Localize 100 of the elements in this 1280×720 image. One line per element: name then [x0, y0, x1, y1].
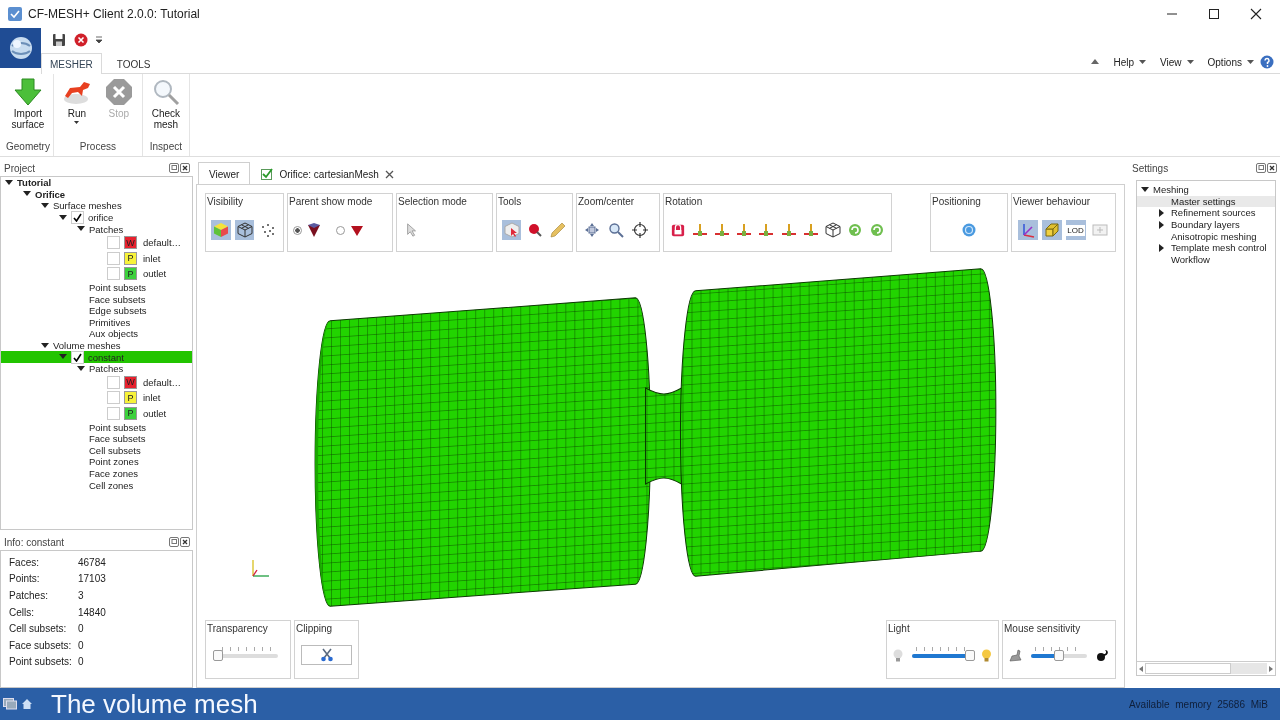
checkbox[interactable]: [107, 236, 120, 250]
expanded-arrow-icon[interactable]: [41, 342, 49, 349]
tree-item[interactable]: Refinement sources: [1137, 207, 1275, 219]
toggle-button[interactable]: [502, 220, 521, 240]
tree-item[interactable]: Orifice: [1, 188, 192, 201]
toggle-button[interactable]: [211, 220, 231, 240]
tree-item[interactable]: P inlet: [1, 250, 192, 267]
close-icon[interactable]: [180, 537, 190, 547]
save-icon[interactable]: [52, 32, 66, 47]
ribbon-button[interactable]: Run: [56, 78, 97, 141]
ribbon-tab[interactable]: MESHER: [41, 53, 102, 74]
tree-item[interactable]: Template mesh control: [1137, 241, 1275, 254]
tree-item[interactable]: Boundary layers: [1137, 218, 1275, 231]
checkbox[interactable]: [107, 267, 120, 281]
checkbox[interactable]: [107, 375, 120, 389]
tree-item[interactable]: Point subsets: [1, 421, 192, 433]
rotate-icon: [868, 222, 885, 238]
tree-item[interactable]: Surface meshes: [1, 200, 192, 212]
tree-item[interactable]: Anisotropic meshing: [1137, 230, 1275, 242]
close-icon[interactable]: [1250, 8, 1262, 20]
tree-item[interactable]: Cell zones: [1, 479, 192, 491]
checkbox[interactable]: [107, 407, 120, 420]
tree-item[interactable]: Point zones: [1, 456, 192, 468]
info-label: Patches:: [9, 590, 49, 601]
tree-item[interactable]: Patches: [1, 362, 192, 375]
collapsed-arrow-icon[interactable]: [1159, 243, 1165, 252]
checkbox[interactable]: [71, 350, 84, 364]
expanded-arrow-icon[interactable]: [41, 203, 49, 209]
float-icon[interactable]: [169, 537, 179, 547]
tree-item[interactable]: W default…: [1, 234, 192, 251]
ribbon-tab[interactable]: TOOLS: [107, 53, 160, 74]
tree-item[interactable]: Aux objects: [1, 328, 192, 340]
tree-item[interactable]: Master settings: [1137, 195, 1275, 208]
tree-item[interactable]: Cell subsets: [1, 444, 192, 457]
wireframe-cube-icon: [824, 222, 841, 238]
expanded-arrow-icon[interactable]: [77, 226, 85, 233]
document-tab[interactable]: Orifice: cartesianMesh: [250, 162, 405, 185]
tree-item[interactable]: orifice: [1, 211, 192, 224]
ribbon-button[interactable]: Import surface: [7, 78, 48, 141]
slider-thumb[interactable]: [964, 650, 975, 661]
clipping-button[interactable]: [301, 645, 352, 665]
radio-button[interactable]: [293, 225, 302, 235]
info-value: 0: [78, 639, 84, 651]
tree-item[interactable]: Patches: [1, 223, 192, 235]
tree-item[interactable]: constant: [1, 351, 192, 363]
tree-item[interactable]: Meshing: [1137, 184, 1275, 196]
tool-button[interactable]: [630, 220, 650, 240]
info-value: 0: [78, 656, 84, 668]
tree-item[interactable]: Workflow: [1137, 253, 1275, 266]
expanded-arrow-icon[interactable]: [23, 191, 31, 198]
toggle-button[interactable]: [234, 220, 255, 240]
collapsed-arrow-icon[interactable]: [1159, 209, 1165, 217]
toggle-button[interactable]: [1017, 220, 1038, 240]
tree-item[interactable]: Face subsets: [1, 432, 192, 445]
tree-item[interactable]: Tutorial: [1, 177, 192, 189]
tree-item[interactable]: Volume meshes: [1, 339, 192, 352]
tree-item[interactable]: Face zones: [1, 467, 192, 480]
group-title: Rotation: [664, 195, 704, 209]
tool-button[interactable]: [606, 220, 626, 240]
application-menu-button[interactable]: [0, 28, 41, 68]
help-icon[interactable]: [1260, 55, 1274, 70]
horizontal-scrollbar[interactable]: [1137, 661, 1275, 675]
slider-thumb[interactable]: [1054, 650, 1064, 661]
close-icon[interactable]: [1267, 163, 1277, 173]
tree-item[interactable]: W default…: [1, 374, 192, 391]
ribbon-button[interactable]: Check mesh: [145, 78, 186, 141]
expanded-arrow-icon[interactable]: [77, 365, 85, 372]
document-tab[interactable]: Viewer: [198, 162, 251, 185]
caret-icon[interactable]: [96, 35, 102, 44]
tree-item[interactable]: P inlet: [1, 390, 192, 406]
radio-button[interactable]: [336, 225, 345, 235]
tree-item[interactable]: Face subsets: [1, 293, 192, 305]
menu-button[interactable]: View: [1160, 56, 1194, 68]
menu-button[interactable]: Options: [1207, 56, 1254, 68]
expanded-arrow-icon[interactable]: [1141, 186, 1149, 193]
collapse-ribbon-icon[interactable]: [1091, 59, 1100, 66]
checkbox[interactable]: [71, 211, 84, 225]
float-icon[interactable]: [169, 163, 179, 173]
patch-type-badge: W: [124, 236, 137, 250]
float-icon[interactable]: [1256, 163, 1266, 173]
expanded-arrow-icon[interactable]: [59, 354, 67, 361]
slider-thumb[interactable]: [213, 650, 223, 661]
collapsed-arrow-icon[interactable]: [1159, 220, 1165, 229]
checkbox[interactable]: [107, 391, 120, 405]
checkbox[interactable]: [107, 251, 120, 265]
expanded-arrow-icon[interactable]: [5, 179, 13, 186]
toggle-button[interactable]: LOD: [1065, 220, 1086, 240]
cancel-icon[interactable]: [74, 32, 88, 47]
expanded-arrow-icon[interactable]: [59, 214, 67, 221]
tree-item[interactable]: P outlet: [1, 266, 192, 282]
tool-button[interactable]: [823, 220, 842, 240]
close-icon[interactable]: [180, 163, 190, 173]
pin-icon: [526, 222, 543, 238]
tree-item[interactable]: Edge subsets: [1, 304, 192, 317]
toggle-button[interactable]: [1041, 220, 1062, 240]
tree-item[interactable]: P outlet: [1, 405, 192, 422]
maximize-icon[interactable]: [1208, 8, 1220, 20]
tree-item[interactable]: Primitives: [1, 316, 192, 329]
menu-button[interactable]: Help: [1113, 56, 1147, 68]
tree-item[interactable]: Point subsets: [1, 281, 192, 294]
